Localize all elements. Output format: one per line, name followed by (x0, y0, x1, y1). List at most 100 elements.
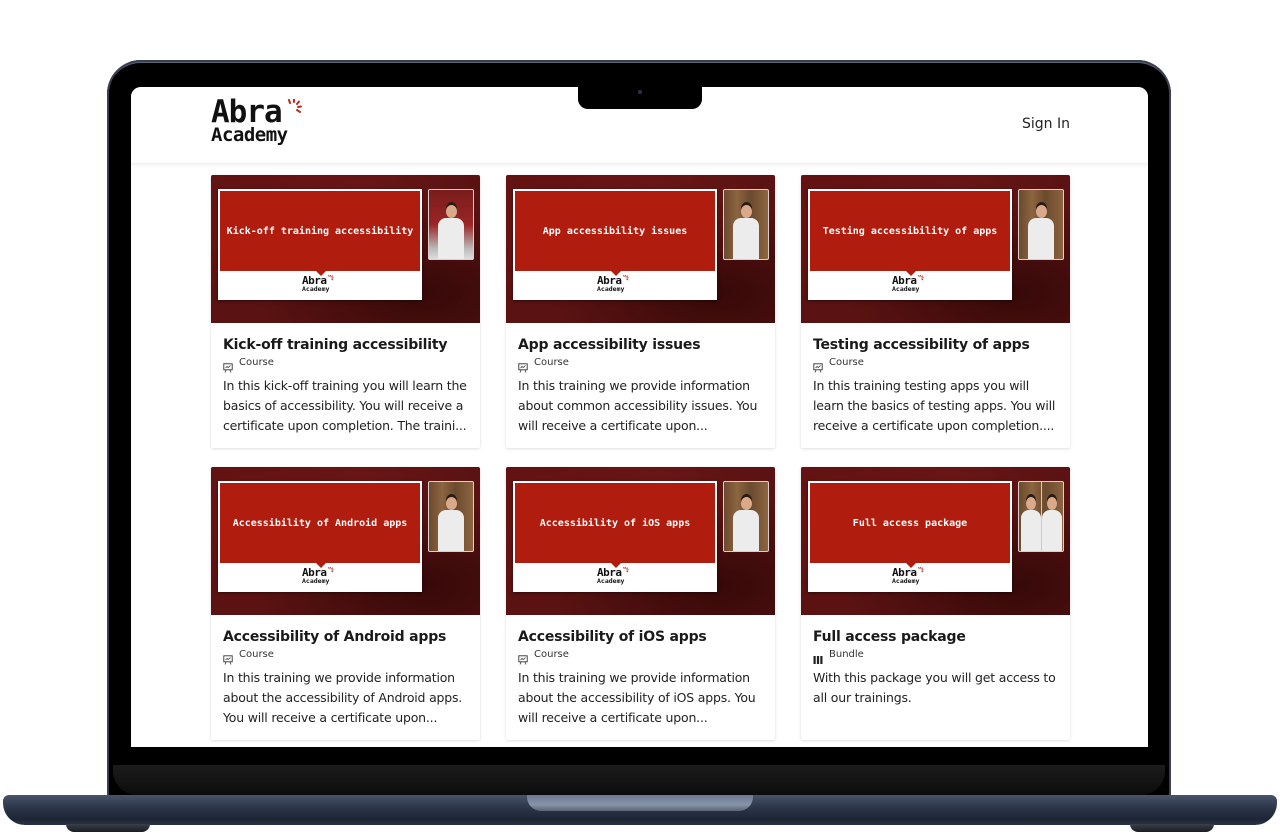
presentation-icon (518, 358, 528, 373)
thumbnail-slide: Accessibility of Android apps Abra Acade… (218, 481, 422, 592)
thumbnail-title: Accessibility of Android apps (232, 517, 408, 529)
laptop-thumb-notch (527, 795, 753, 811)
thumbnail-logo-academy: Academy (302, 577, 330, 585)
sign-in-link[interactable]: Sign In (1022, 116, 1070, 132)
spark-icon (918, 275, 924, 281)
card-type-label: Course (239, 649, 274, 660)
course-thumbnail: Testing accessibility of apps Abra Acade… (801, 175, 1070, 323)
course-thumbnail: Full access package Abra Academy (801, 467, 1070, 615)
card-type-label: Bundle (829, 649, 864, 660)
presenter-figure (436, 493, 466, 551)
card-title[interactable]: Accessibility of iOS apps (518, 628, 763, 646)
thumbnail-title-panel: Accessibility of iOS apps (515, 483, 715, 563)
course-card-3[interactable]: Testing accessibility of apps Abra Acade… (801, 175, 1070, 448)
presenter-video-thumbnail (1018, 189, 1064, 260)
course-card-2[interactable]: App accessibility issues Abra Academy Ap… (506, 175, 775, 448)
course-thumbnail: Kick-off training accessibility Abra Aca… (211, 175, 480, 323)
thumbnail-title: App accessibility issues (542, 225, 688, 237)
laptop-chin (113, 765, 1165, 795)
card-body: Kick-off training accessibility Course I… (211, 323, 480, 436)
thumbnail-title-panel: Accessibility of Android apps (220, 483, 420, 563)
logo-text-abra: Abra (211, 94, 283, 130)
card-title[interactable]: Testing accessibility of apps (813, 336, 1058, 354)
presentation-icon (813, 358, 823, 373)
card-type-label: Course (534, 649, 569, 660)
spark-icon (288, 99, 302, 113)
presenter-figure (1041, 493, 1063, 551)
presenter-video-thumbnail (428, 481, 474, 552)
thumbnail-title: Testing accessibility of apps (822, 225, 998, 237)
thumbnail-logo: Abra Academy (892, 275, 924, 293)
card-body: Accessibility of iOS apps Course In this… (506, 615, 775, 728)
card-description: In this training we provide information … (223, 670, 463, 725)
thumbnail-title-panel: Full access package (810, 483, 1010, 563)
presenter-video-thumbnail (723, 189, 769, 260)
card-type: Course (223, 355, 468, 373)
thumbnail-logo: Abra Academy (302, 275, 334, 293)
thumbnail-logo-academy: Academy (892, 285, 920, 293)
presenter-figure (731, 201, 761, 259)
course-card-4[interactable]: Accessibility of Android apps Abra Acade… (211, 467, 480, 740)
thumbnail-slide: App accessibility issues Abra Academy (513, 189, 717, 300)
card-body: Full access package Bundle With this pac… (801, 615, 1070, 708)
thumbnail-slide: Accessibility of iOS apps Abra Academy (513, 481, 717, 592)
course-card-1[interactable]: Kick-off training accessibility Abra Aca… (211, 175, 480, 448)
abra-academy-logo[interactable]: Abra Academy (211, 94, 302, 145)
thumbnail-title: Kick-off training accessibility (226, 225, 414, 237)
camera-notch (578, 86, 702, 109)
logo-line1: Abra (211, 94, 302, 130)
card-title[interactable]: App accessibility issues (518, 336, 763, 354)
thumbnail-logo-academy: Academy (597, 285, 625, 293)
course-thumbnail: Accessibility of iOS apps Abra Academy (506, 467, 775, 615)
card-description: In this kick-off training you will learn… (223, 378, 467, 433)
presenter-video-thumbnail (723, 481, 769, 552)
presenter-figure (1026, 201, 1056, 259)
spark-icon (328, 567, 334, 573)
presenter-figure (1020, 493, 1042, 551)
thumbnail-logo-academy: Academy (302, 285, 330, 293)
laptop-foot-left (66, 824, 150, 832)
spark-icon (623, 275, 629, 281)
thumbnail-logo: Abra Academy (597, 567, 629, 585)
thumbnail-title: Accessibility of iOS apps (539, 517, 691, 529)
card-type: Course (518, 355, 763, 373)
card-type-label: Course (534, 357, 569, 368)
laptop-foot-right (1130, 824, 1214, 832)
thumbnail-slide: Kick-off training accessibility Abra Aca… (218, 189, 422, 300)
presenter-figure (436, 201, 466, 259)
spark-icon (328, 275, 334, 281)
course-thumbnail: App accessibility issues Abra Academy (506, 175, 775, 323)
card-body: App accessibility issues Course In this … (506, 323, 775, 436)
card-type: Course (223, 647, 468, 665)
presentation-icon (518, 650, 528, 665)
course-card-6[interactable]: Full access package Abra Academy Full ac… (801, 467, 1070, 740)
presenter-video-thumbnail (428, 189, 474, 260)
card-description: In this training we provide information … (518, 378, 758, 433)
thumbnail-slide: Full access package Abra Academy (808, 481, 1012, 592)
card-body: Testing accessibility of apps Course In … (801, 323, 1070, 436)
thumbnail-logo: Abra Academy (302, 567, 334, 585)
course-card-5[interactable]: Accessibility of iOS apps Abra Academy A… (506, 467, 775, 740)
course-grid: Kick-off training accessibility Abra Aca… (211, 175, 1071, 740)
card-description: In this training we provide information … (518, 670, 756, 725)
presentation-icon (223, 650, 233, 665)
bundle-icon (813, 650, 823, 664)
thumbnail-slide: Testing accessibility of apps Abra Acade… (808, 189, 1012, 300)
thumbnail-logo-academy: Academy (892, 577, 920, 585)
card-description: In this training testing apps you will l… (813, 378, 1056, 433)
card-type-label: Course (829, 357, 864, 368)
camera-icon (638, 90, 642, 94)
thumbnail-title-panel: Testing accessibility of apps (810, 191, 1010, 271)
course-thumbnail: Accessibility of Android apps Abra Acade… (211, 467, 480, 615)
thumbnail-logo: Abra Academy (597, 275, 629, 293)
presentation-icon (223, 358, 233, 373)
screen: Abra Academy Sign In Kick-off training a… (131, 87, 1148, 747)
card-description: With this package you will get access to… (813, 670, 1056, 705)
card-title[interactable]: Kick-off training accessibility (223, 336, 468, 354)
presenter-video-thumbnail (1018, 481, 1064, 552)
card-type: Course (518, 647, 763, 665)
card-title[interactable]: Full access package (813, 628, 1058, 646)
thumbnail-title-panel: App accessibility issues (515, 191, 715, 271)
thumbnail-logo-academy: Academy (597, 577, 625, 585)
card-title[interactable]: Accessibility of Android apps (223, 628, 468, 646)
